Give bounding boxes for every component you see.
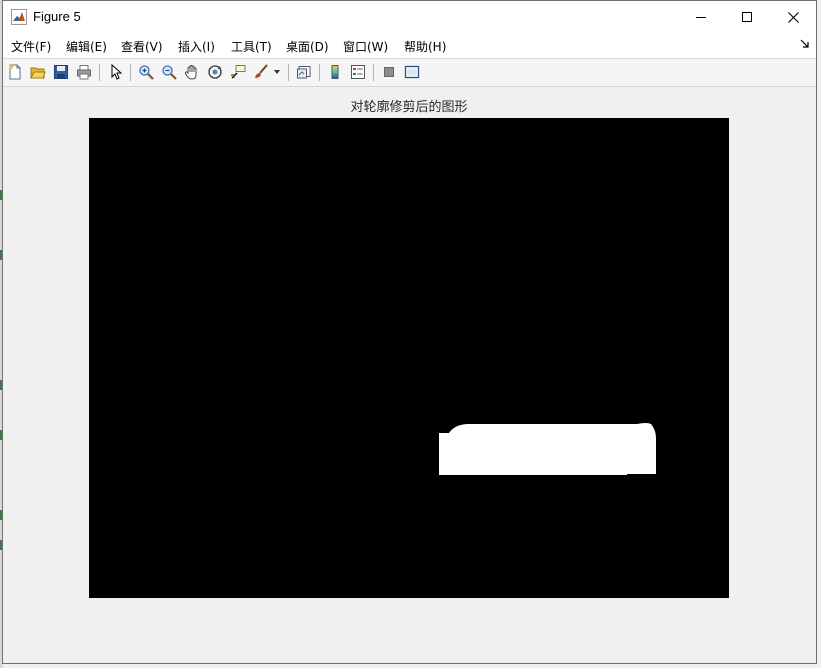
data-cursor-button[interactable] bbox=[229, 63, 247, 81]
toolbar-separator bbox=[319, 64, 320, 81]
new-figure-button[interactable] bbox=[6, 63, 24, 81]
brush-dropdown-button[interactable] bbox=[272, 63, 282, 81]
menu-bar: 文件(F) 编辑(E) 查看(V) 插入(I) 工具(T) 桌面(D) 窗口(W… bbox=[3, 33, 816, 59]
trimmed-contour-region bbox=[439, 423, 656, 475]
toolbar-separator bbox=[288, 64, 289, 81]
toolbar-separator bbox=[373, 64, 374, 81]
hide-plot-tools-icon bbox=[384, 67, 394, 77]
print-button[interactable] bbox=[75, 63, 93, 81]
show-plot-tools-button[interactable] bbox=[403, 63, 421, 81]
toolbar-separator bbox=[130, 64, 131, 81]
image-axes[interactable] bbox=[89, 118, 729, 598]
brush-dropdown-icon bbox=[274, 70, 280, 74]
data-cursor-icon bbox=[231, 65, 246, 79]
hide-plot-tools-button[interactable] bbox=[380, 63, 398, 81]
title-bar[interactable]: Figure 5 bbox=[3, 1, 816, 33]
open-file-icon bbox=[30, 67, 46, 79]
rotate-3d-icon bbox=[208, 65, 222, 79]
edit-plot-icon bbox=[111, 64, 123, 80]
close-icon bbox=[787, 11, 799, 23]
insert-colorbar-button[interactable] bbox=[326, 63, 344, 81]
window-title: Figure 5 bbox=[33, 9, 81, 24]
axes-title: 对轮廓修剪后的图形 bbox=[350, 100, 468, 115]
zoom-out-icon bbox=[162, 65, 177, 80]
insert-colorbar-icon bbox=[331, 65, 339, 79]
menu-file[interactable]: 文件(F) bbox=[11, 38, 51, 55]
insert-legend-button[interactable] bbox=[349, 63, 367, 81]
open-file-button[interactable] bbox=[29, 63, 47, 81]
pan-icon bbox=[184, 65, 197, 80]
maximize-button[interactable] bbox=[724, 1, 770, 33]
menu-edit[interactable]: 编辑(E) bbox=[66, 38, 107, 55]
show-plot-tools-icon bbox=[404, 65, 420, 79]
menu-help[interactable]: 帮助(H) bbox=[404, 38, 446, 55]
maximize-icon bbox=[742, 12, 752, 22]
print-icon bbox=[77, 65, 91, 80]
rotate-3d-button[interactable] bbox=[206, 63, 224, 81]
menu-insert[interactable]: 插入(I) bbox=[178, 38, 215, 55]
binary-image bbox=[89, 118, 729, 598]
figure-toolbar bbox=[3, 59, 816, 87]
menu-desktop[interactable]: 桌面(D) bbox=[286, 38, 329, 55]
brush-icon bbox=[255, 64, 268, 78]
close-button[interactable] bbox=[770, 1, 816, 33]
save-icon bbox=[54, 65, 68, 79]
new-figure-icon bbox=[9, 64, 21, 80]
link-plot-icon bbox=[297, 66, 311, 79]
zoom-in-button[interactable] bbox=[137, 63, 155, 81]
insert-legend-icon bbox=[351, 65, 365, 79]
menu-tools[interactable]: 工具(T) bbox=[231, 38, 272, 55]
menu-view[interactable]: 查看(V) bbox=[121, 38, 163, 55]
zoom-in-icon bbox=[139, 65, 154, 80]
pan-button[interactable] bbox=[183, 63, 201, 81]
dock-arrow-icon[interactable] bbox=[800, 39, 810, 49]
link-plot-button[interactable] bbox=[295, 63, 313, 81]
brush-button[interactable] bbox=[252, 63, 270, 81]
figure-canvas[interactable]: 对轮廓修剪后的图形 bbox=[3, 87, 816, 663]
matlab-logo-icon bbox=[11, 9, 27, 25]
menu-window[interactable]: 窗口(W) bbox=[343, 38, 388, 55]
save-button[interactable] bbox=[52, 63, 70, 81]
zoom-out-button[interactable] bbox=[160, 63, 178, 81]
edit-plot-button[interactable] bbox=[107, 63, 125, 81]
figure-window: Figure 5 文件(F) 编辑(E) 查看(V) 插入(I) 工具(T) 桌… bbox=[2, 0, 817, 664]
minimize-icon bbox=[696, 17, 706, 18]
minimize-button[interactable] bbox=[678, 1, 724, 33]
toolbar-separator bbox=[99, 64, 100, 81]
